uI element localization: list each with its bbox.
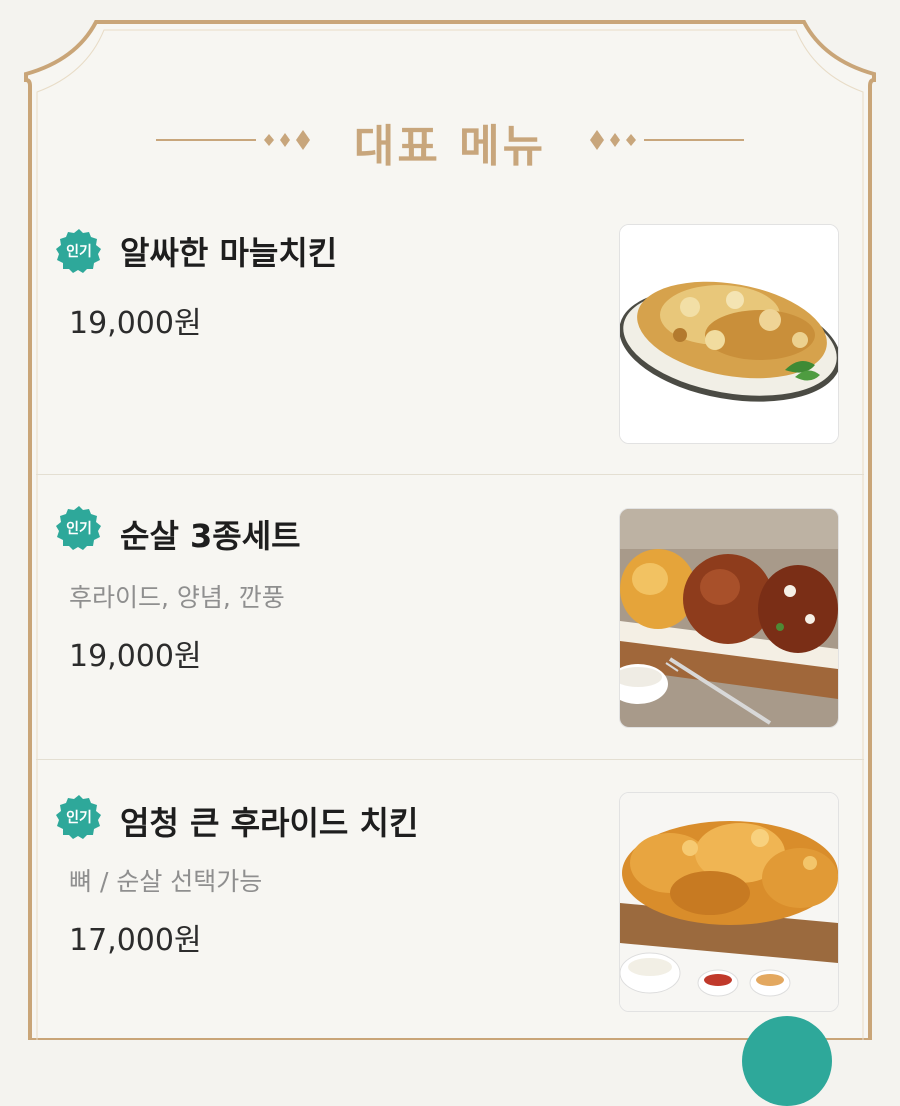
fried-chicken-photo-icon [620, 793, 838, 1011]
menu-item[interactable]: 인기 알싸한 마늘치킨 19,000원 [36, 208, 864, 475]
menu-item[interactable]: 인기 엄청 큰 후라이드 치킨 뼈 / 순살 선택가능 17,000원 [36, 760, 864, 1050]
menu-item-image[interactable] [619, 792, 839, 1012]
menu-item-image[interactable] [619, 508, 839, 728]
menu-item-price: 17,000원 [69, 923, 202, 958]
boneless-combo-photo-icon [620, 509, 838, 727]
popular-badge: 인기 [56, 505, 102, 551]
section-title: 대표 메뉴 [353, 121, 547, 172]
menu-board: 대표 메뉴 인기 알싸한 마늘치킨 19,000원 인기 순살 3종세트 후라이… [18, 0, 882, 1040]
menu-item-image[interactable] [619, 224, 839, 444]
garlic-chicken-photo-icon [620, 225, 838, 443]
menu-item-description: 뼈 / 순살 선택가능 [69, 867, 263, 896]
menu-item-name: 순살 3종세트 [120, 517, 301, 555]
menu-item-price: 19,000원 [69, 639, 202, 674]
popular-badge: 인기 [56, 228, 102, 274]
section-header: 대표 메뉴 [18, 108, 882, 172]
popular-badge: 인기 [56, 794, 102, 840]
menu-item-name: 엄청 큰 후라이드 치킨 [120, 804, 419, 842]
menu-item-description: 후라이드, 양념, 깐풍 [69, 583, 285, 612]
menu-item-price: 19,000원 [69, 306, 202, 341]
menu-item-name: 알싸한 마늘치킨 [120, 234, 338, 272]
menu-item[interactable]: 인기 순살 3종세트 후라이드, 양념, 깐풍 19,000원 [36, 475, 864, 760]
